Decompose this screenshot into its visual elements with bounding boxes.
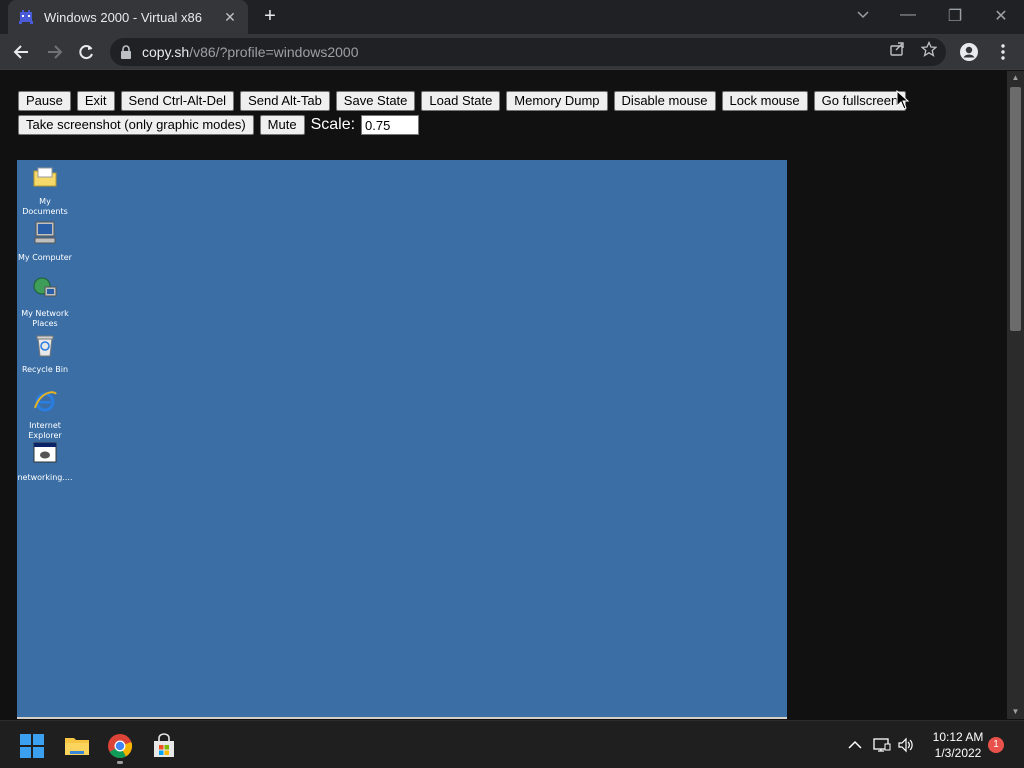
v86-favicon-icon (19, 10, 33, 24)
desktop-icon-my-network-places[interactable]: My Network Places (17, 276, 73, 329)
scroll-down-arrow-icon[interactable]: ▼ (1007, 705, 1024, 719)
load-state-button[interactable]: Load State (421, 91, 501, 111)
new-tab-button[interactable]: + (260, 6, 280, 26)
restore-button[interactable]: ❐ (945, 6, 965, 26)
desktop-icon-label: My Network Places (21, 309, 69, 328)
desktop-icon-label: Internet Explorer (28, 421, 62, 440)
chrome-running-indicator (117, 761, 123, 764)
start-icon[interactable] (19, 733, 45, 759)
address-bar[interactable]: copy.sh/v86/?profile=windows2000 (110, 38, 946, 66)
forward-arrow-icon[interactable] (44, 42, 64, 62)
program-icon (33, 442, 57, 463)
os-taskbar: 10:12 AM 1/3/2022 1 (0, 720, 1024, 768)
mute-button[interactable]: Mute (259, 115, 305, 135)
desktop-icon-label: Recycle Bin (21, 365, 69, 374)
clock-time: 10:12 AM (932, 730, 984, 744)
url-path: /v86/?profile=windows2000 (189, 44, 359, 60)
browser-toolbar: copy.sh/v86/?profile=windows2000 (0, 34, 1024, 70)
browser-menu-icon[interactable] (993, 42, 1013, 62)
reload-icon[interactable] (76, 42, 96, 62)
browser-tab[interactable]: Windows 2000 - Virtual x86 ✕ (8, 0, 248, 34)
url-host: copy.sh (142, 44, 190, 60)
desktop-icon-label: My Documents (22, 197, 68, 216)
file-explorer-icon[interactable] (64, 733, 90, 759)
folder-icon (33, 167, 57, 187)
minimize-button[interactable]: — (898, 6, 918, 24)
save-state-button[interactable]: Save State (335, 91, 416, 111)
browser-tab-bar: Windows 2000 - Virtual x86 ✕ + — ❐ ✕ (0, 0, 1024, 34)
network-status-icon[interactable] (873, 737, 891, 753)
go-fullscreen-button[interactable]: Go fullscreen (813, 91, 907, 111)
desktop-icon-label: networking.... (17, 473, 73, 482)
close-window-button[interactable]: ✕ (991, 6, 1011, 26)
take-screenshot-button[interactable]: Take screenshot (only graphic modes) (18, 115, 254, 135)
desktop-icon-networking[interactable]: networking.... (17, 440, 73, 483)
vm-screen[interactable]: My Documents My Computer My Network Plac… (17, 160, 787, 719)
desktop-icon-recycle-bin[interactable]: Recycle Bin (17, 332, 73, 375)
exit-button[interactable]: Exit (76, 91, 115, 111)
pause-button[interactable]: Pause (18, 91, 71, 111)
back-arrow-icon[interactable] (12, 42, 32, 62)
share-icon[interactable] (889, 41, 905, 57)
notification-badge[interactable]: 1 (988, 737, 1004, 753)
volume-icon[interactable] (897, 737, 915, 753)
desktop-icon-label: My Computer (18, 253, 72, 262)
chrome-icon[interactable] (107, 733, 133, 759)
store-icon[interactable] (151, 733, 177, 759)
show-hidden-icons-chevron-icon[interactable] (846, 737, 864, 753)
controls-row-1: Pause Exit Send Ctrl-Alt-Del Send Alt-Ta… (18, 91, 998, 111)
scroll-up-arrow-icon[interactable]: ▲ (1007, 71, 1024, 85)
desktop-icon-my-computer[interactable]: My Computer (17, 220, 73, 263)
internet-explorer-icon (34, 391, 57, 412)
send-alt-tab-button[interactable]: Send Alt-Tab (240, 91, 330, 111)
profile-avatar-icon[interactable] (959, 42, 979, 62)
tab-search-chevron-icon[interactable] (856, 7, 870, 21)
bookmark-star-icon[interactable] (921, 41, 937, 57)
recycle-bin-icon (36, 335, 54, 357)
scale-input[interactable] (361, 115, 420, 135)
vm-taskbar-edge (17, 717, 787, 719)
desktop-icon-my-documents[interactable]: My Documents (17, 164, 73, 217)
emulator-controls: Pause Exit Send Ctrl-Alt-Del Send Alt-Ta… (18, 91, 998, 139)
page-content: Pause Exit Send Ctrl-Alt-Del Send Alt-Ta… (0, 71, 1008, 719)
send-ctrl-alt-del-button[interactable]: Send Ctrl-Alt-Del (120, 91, 235, 111)
tab-title: Windows 2000 - Virtual x86 (44, 9, 203, 25)
mouse-cursor-icon (896, 90, 910, 110)
tab-close-icon[interactable]: ✕ (222, 9, 238, 26)
lock-icon[interactable] (120, 45, 132, 59)
computer-icon (34, 221, 56, 244)
clock-date: 1/3/2022 (934, 746, 982, 760)
scrollbar-thumb[interactable] (1010, 87, 1021, 331)
memory-dump-button[interactable]: Memory Dump (506, 91, 608, 111)
page-scrollbar[interactable]: ▲ ▼ (1007, 71, 1024, 719)
network-icon (33, 277, 57, 297)
disable-mouse-button[interactable]: Disable mouse (613, 91, 716, 111)
desktop-icon-internet-explorer[interactable]: Internet Explorer (17, 388, 73, 441)
controls-row-2: Take screenshot (only graphic modes) Mut… (18, 115, 998, 135)
taskbar-clock[interactable]: 10:12 AM 1/3/2022 (928, 729, 988, 761)
scale-label: Scale: (310, 116, 356, 133)
lock-mouse-button[interactable]: Lock mouse (721, 91, 808, 111)
